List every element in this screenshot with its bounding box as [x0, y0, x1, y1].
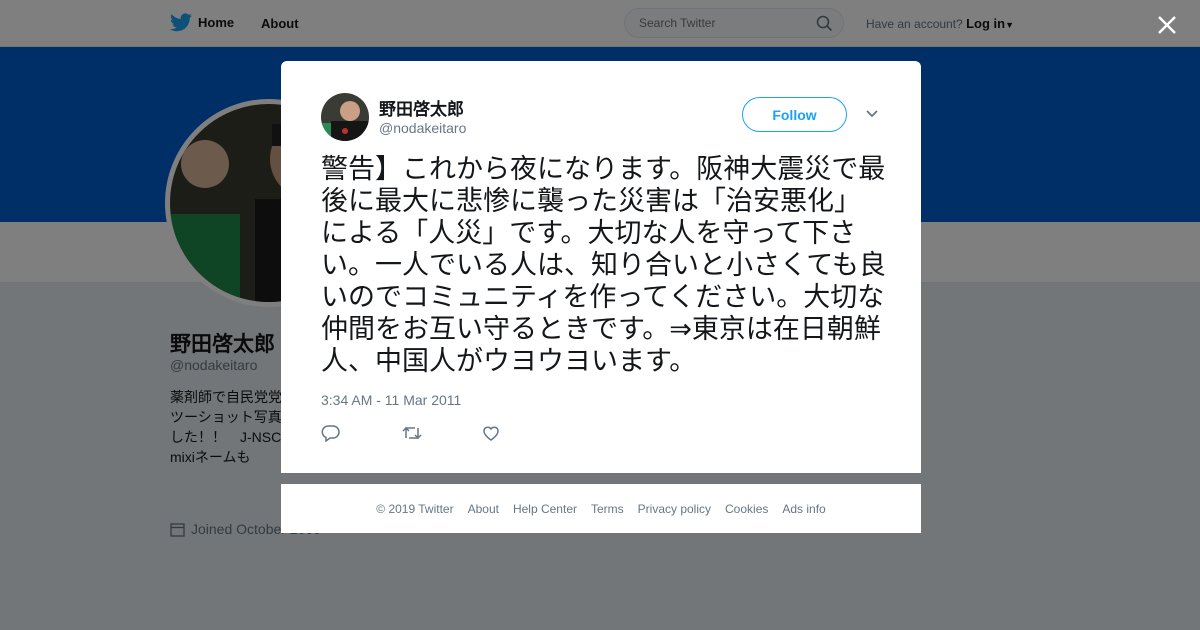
footer-copyright: © 2019 Twitter [376, 501, 454, 516]
footer-link-terms[interactable]: Terms [591, 502, 624, 516]
footer-link-about[interactable]: About [468, 502, 499, 516]
like-button[interactable] [481, 424, 561, 444]
tweet-text: 警告】これから夜になります。阪神大震災で最後に最大に悲惨に襲った災害は「治安悪化… [321, 154, 886, 377]
like-icon [483, 426, 499, 441]
tweet-author-name[interactable]: 野田啓太郎 [379, 95, 464, 120]
tweet-modal: 野田啓太郎 @nodakeitaro Follow 警告】これから夜になります。… [281, 61, 921, 473]
tweet-actions [321, 424, 561, 444]
reply-icon [321, 425, 340, 443]
close-icon[interactable] [1156, 14, 1178, 36]
tweet-author-handle[interactable]: @nodakeitaro [379, 120, 466, 136]
footer-link-help-center[interactable]: Help Center [513, 502, 577, 516]
chevron-down-icon[interactable] [865, 109, 879, 119]
retweet-icon [402, 426, 422, 440]
reply-button[interactable] [321, 424, 401, 444]
follow-button[interactable]: Follow [742, 97, 847, 132]
tweet-author-avatar[interactable] [321, 93, 369, 141]
footer-link-ads-info[interactable]: Ads info [782, 502, 825, 516]
retweet-button[interactable] [401, 424, 481, 444]
tweet-timestamp[interactable]: 3:34 AM - 11 Mar 2011 [321, 392, 461, 408]
footer: © 2019 Twitter About Help Center Terms P… [281, 484, 921, 533]
footer-link-cookies[interactable]: Cookies [725, 502, 768, 516]
footer-link-privacy[interactable]: Privacy policy [638, 502, 711, 516]
author-photo-icon [321, 93, 369, 141]
